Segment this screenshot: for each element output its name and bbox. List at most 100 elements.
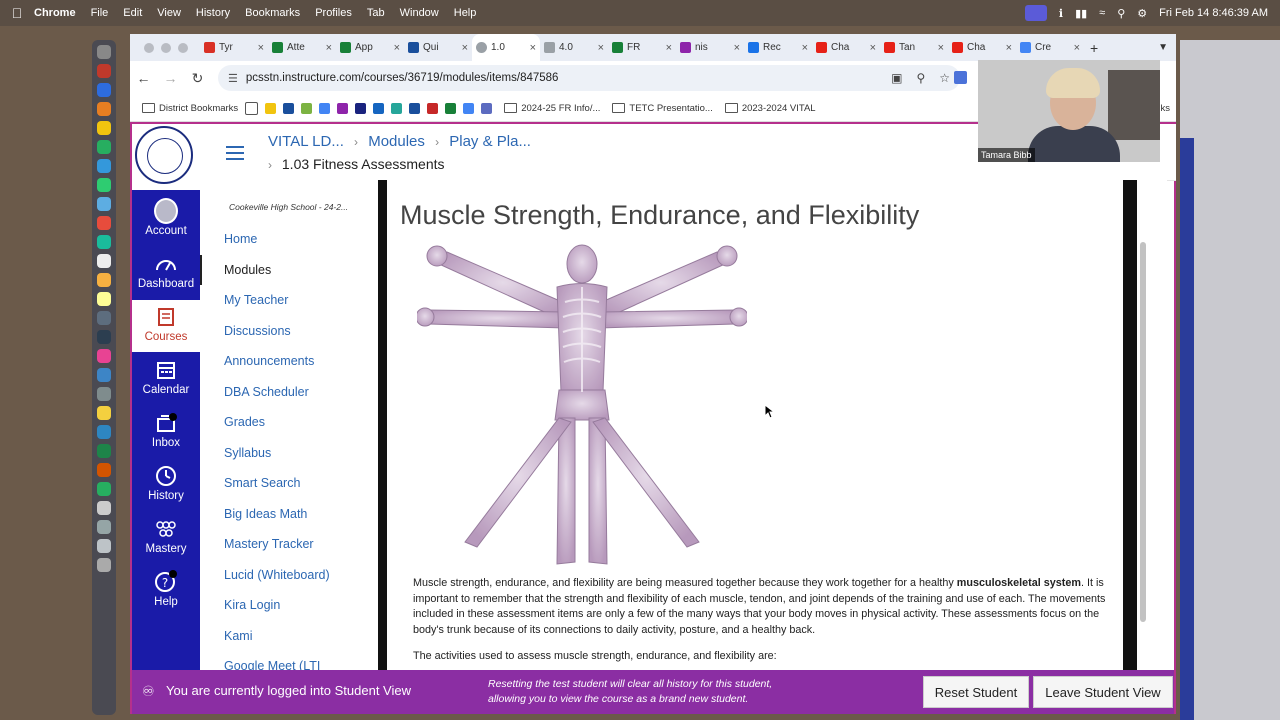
bookmark-icon[interactable] — [355, 102, 367, 114]
checkmark-icon[interactable] — [481, 102, 493, 114]
page-scrollbar[interactable] — [1137, 180, 1167, 670]
bookmark-icon[interactable] — [265, 102, 277, 114]
breadcrumb-module[interactable]: Play & Pla... — [449, 133, 531, 150]
app-icon[interactable] — [97, 64, 111, 78]
screen-share-icon[interactable] — [1024, 5, 1047, 21]
scrollbar-thumb[interactable] — [1140, 242, 1146, 622]
calendar-app-icon[interactable] — [97, 254, 111, 268]
course-nav-grades[interactable]: Grades — [200, 407, 378, 438]
app-icon[interactable] — [97, 387, 111, 401]
tab-close-icon[interactable]: × — [734, 42, 740, 54]
course-nav-lucid-whiteboard[interactable]: Lucid (Whiteboard) — [200, 560, 378, 591]
browser-tab[interactable]: Rec × — [744, 34, 812, 61]
bookmark-icon[interactable] — [337, 102, 349, 114]
google-icon[interactable] — [319, 102, 331, 114]
reload-button[interactable]: ↻ — [184, 70, 211, 87]
bookmark-icon[interactable] — [427, 102, 439, 114]
bookmark-folder-district[interactable]: District Bookmarks — [142, 103, 238, 114]
global-nav-mastery[interactable]: Mastery — [132, 512, 200, 564]
menu-view[interactable]: View — [157, 7, 181, 19]
install-app-icon[interactable]: ▣ — [891, 71, 902, 85]
browser-tab[interactable]: Tan × — [880, 34, 948, 61]
bookmark-folder-tetc[interactable]: TETC Presentatio... — [612, 103, 713, 114]
zoom-window-button[interactable] — [178, 42, 188, 53]
bookmark-folder-fr-info[interactable]: 2024-25 FR Info/... — [504, 103, 600, 114]
control-center-icon[interactable]: ⚙ — [1137, 7, 1147, 20]
site-info-icon[interactable]: ☰ — [228, 72, 238, 85]
trash-icon[interactable] — [97, 558, 111, 572]
app-icon[interactable] — [97, 539, 111, 553]
course-nav-my-teacher[interactable]: My Teacher — [200, 285, 378, 316]
bookmark-icon[interactable] — [283, 102, 295, 114]
browser-tab[interactable]: 1.0 × — [472, 34, 540, 61]
course-nav-syllabus[interactable]: Syllabus — [200, 438, 378, 469]
finder-icon[interactable] — [97, 45, 111, 59]
appletv-app-icon[interactable] — [97, 330, 111, 344]
tab-close-icon[interactable]: × — [1006, 42, 1012, 54]
tab-close-icon[interactable]: × — [326, 42, 332, 54]
app-icon[interactable] — [97, 520, 111, 534]
bookmark-icon[interactable] — [445, 102, 457, 114]
bookmark-icon[interactable] — [409, 102, 421, 114]
tab-close-icon[interactable]: × — [462, 42, 468, 54]
course-nav-mastery-tracker[interactable]: Mastery Tracker — [200, 529, 378, 560]
global-nav-courses[interactable]: Courses — [132, 300, 200, 352]
app-icon[interactable] — [97, 311, 111, 325]
tab-close-icon[interactable]: × — [394, 42, 400, 54]
drive-app-icon[interactable] — [97, 482, 111, 496]
wifi-icon[interactable]: ≈ — [1099, 7, 1105, 19]
tab-close-icon[interactable]: × — [530, 42, 536, 54]
breadcrumb-modules[interactable]: Modules — [368, 133, 425, 150]
app-icon[interactable] — [97, 140, 111, 154]
tab-close-icon[interactable]: × — [870, 42, 876, 54]
course-nav-home[interactable]: Home — [200, 224, 378, 255]
url-text[interactable]: pcsstn.instructure.com/courses/36719/mod… — [246, 72, 559, 84]
bookmark-icon[interactable] — [373, 102, 385, 114]
menu-profiles[interactable]: Profiles — [315, 7, 352, 19]
app-icon[interactable] — [97, 102, 111, 116]
browser-tab[interactable]: FR × — [608, 34, 676, 61]
back-button[interactable]: ← — [130, 70, 157, 86]
global-nav-dashboard[interactable]: Dashboard — [132, 247, 200, 299]
global-nav-help[interactable]: ? Help — [132, 565, 200, 617]
tab-search-chevron-icon[interactable]: ▼ — [1158, 42, 1168, 53]
browser-tab[interactable]: Cre × — [1016, 34, 1084, 61]
breadcrumb-course[interactable]: VITAL LD... — [268, 133, 344, 150]
course-nav-kira-login[interactable]: Kira Login — [200, 590, 378, 621]
spotlight-search-icon[interactable]: ⚲ — [1117, 7, 1125, 20]
forward-button[interactable]: → — [157, 70, 184, 86]
browser-tab[interactable]: Cha × — [812, 34, 880, 61]
menu-file[interactable]: File — [91, 7, 109, 19]
leave-student-view-button[interactable]: Leave Student View — [1033, 676, 1173, 708]
hamburger-menu-icon[interactable] — [226, 146, 244, 164]
global-nav-calendar[interactable]: Calendar — [132, 353, 200, 405]
menu-history[interactable]: History — [196, 7, 230, 19]
info-icon[interactable]: ℹ — [1059, 7, 1063, 20]
app-icon[interactable] — [97, 501, 111, 515]
menubar-clock[interactable]: Fri Feb 14 8:46:39 AM — [1159, 7, 1268, 19]
tab-close-icon[interactable]: × — [258, 42, 264, 54]
course-nav-announcements[interactable]: Announcements — [200, 346, 378, 377]
powerpoint-app-icon[interactable] — [97, 463, 111, 477]
bookmark-star-icon[interactable]: ☆ — [939, 71, 950, 85]
global-nav-inbox[interactable]: Inbox — [132, 406, 200, 458]
menu-edit[interactable]: Edit — [123, 7, 142, 19]
apps-grid-icon[interactable] — [245, 101, 259, 115]
course-nav-kami[interactable]: Kami — [200, 621, 378, 652]
app-icon[interactable] — [97, 216, 111, 230]
bookmark-icon[interactable] — [391, 102, 403, 114]
bookmarks-overflow[interactable]: ks — [1161, 103, 1171, 114]
close-window-button[interactable] — [144, 42, 154, 53]
tab-close-icon[interactable]: × — [802, 42, 808, 54]
extension-icon[interactable] — [954, 71, 967, 84]
bookmark-icon[interactable] — [463, 102, 475, 114]
address-bar[interactable]: ☰ pcsstn.instructure.com/courses/36719/m… — [218, 65, 960, 91]
global-nav-account[interactable]: Account — [132, 194, 200, 246]
browser-tab[interactable]: Cha × — [948, 34, 1016, 61]
course-nav-modules[interactable]: Modules — [200, 254, 378, 285]
browser-tab[interactable]: 4.0 × — [540, 34, 608, 61]
menu-help[interactable]: Help — [454, 7, 477, 19]
bookmark-icon[interactable] — [301, 102, 313, 114]
app-icon[interactable] — [97, 121, 111, 135]
bookmark-folder-vital[interactable]: 2023-2024 VITAL — [724, 103, 816, 114]
